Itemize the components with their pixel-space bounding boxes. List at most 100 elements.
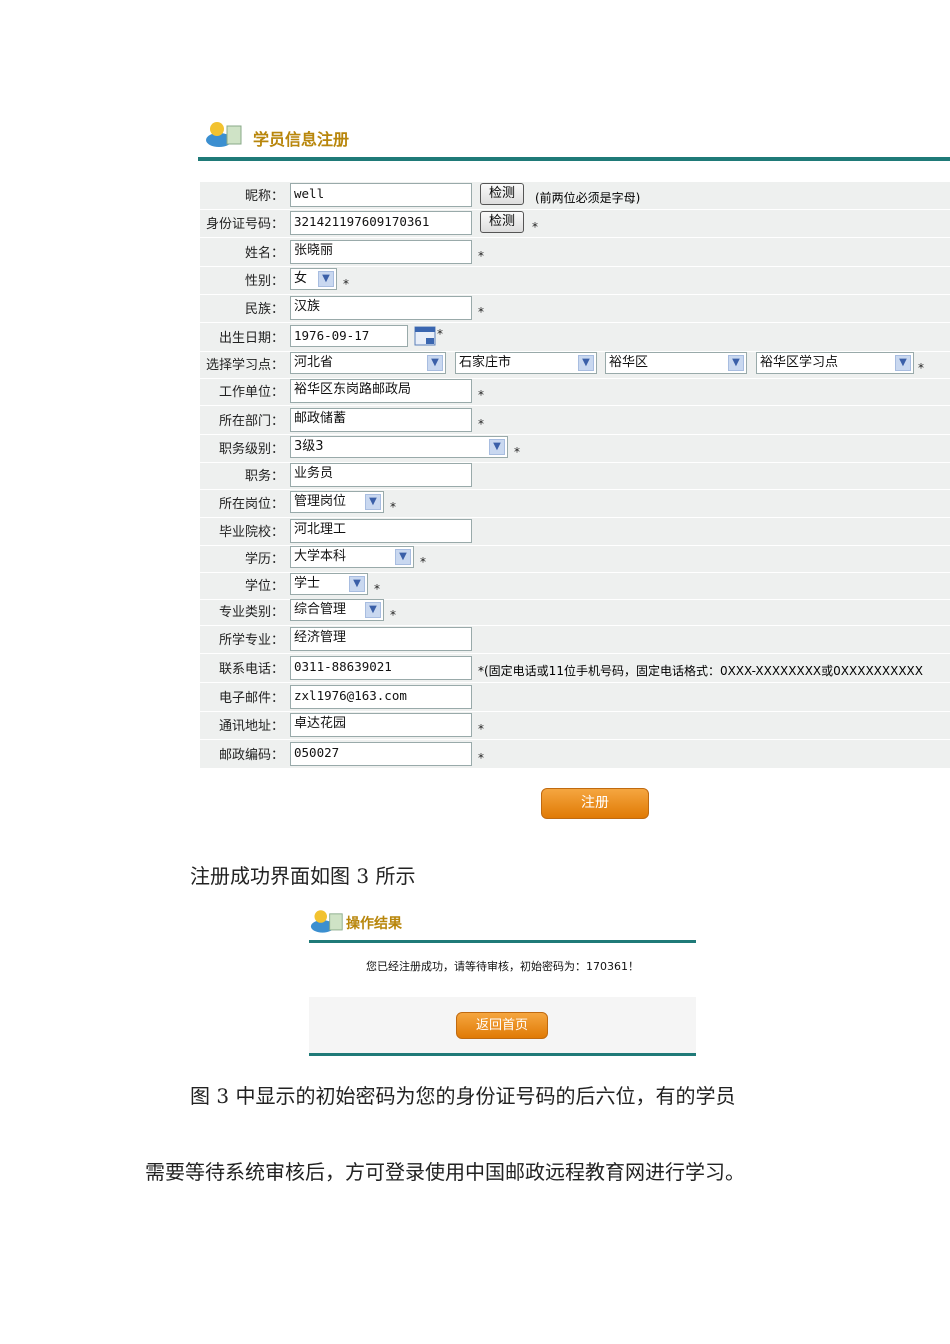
study-location-select-2[interactable]: 石家庄市 ▼ [455, 352, 597, 374]
nickname-label: 昵称： [244, 189, 284, 204]
ethnicity-label: 民族： [244, 302, 284, 317]
form-title: 学员信息注册 [253, 130, 350, 149]
required-mark: * [478, 417, 484, 431]
required-mark: * [532, 220, 538, 234]
select-value: 综合管理 [294, 602, 347, 617]
education-label: 学历： [244, 552, 284, 567]
work-unit-input[interactable]: 裕华区东岗路邮政局 [290, 379, 472, 403]
row-separator [200, 237, 950, 238]
degree-label: 学位： [244, 579, 284, 594]
major-input[interactable]: 经济管理 [290, 627, 472, 651]
back-home-button[interactable]: 返回首页 [456, 1012, 548, 1039]
select-value: 女 [294, 271, 308, 286]
row-separator [200, 405, 950, 406]
row-separator [200, 682, 950, 683]
calendar-icon[interactable] [414, 326, 436, 346]
id-number-label: 身份证号码： [205, 217, 284, 232]
row-separator [200, 489, 950, 490]
select-value: 学士 [294, 576, 321, 591]
paragraph-line-1: 图 3 中显示的初始密码为您的身份证号码的后六位，有的学员 [190, 1084, 736, 1108]
document-page: 学员信息注册 昵称： well 检测 (前两位必须是字母) 身份证号码： 32142119… [0, 0, 950, 1344]
select-value: 大学本科 [294, 549, 347, 564]
required-mark: * [478, 722, 484, 736]
phone-hint: *(固定电话或11位手机号码，固定电话格式：0XXX-XXXXXXXX或0XXX… [478, 664, 923, 678]
nickname-hint: (前两位必须是字母) [535, 191, 641, 205]
phone-input[interactable]: 0311-88639021 [290, 656, 472, 680]
check-nickname-button[interactable]: 检测 [480, 183, 524, 205]
select-value: 裕华区学习点 [760, 355, 839, 370]
result-bottom-divider [309, 1053, 696, 1056]
check-id-number-button[interactable]: 检测 [480, 211, 524, 233]
school-label: 毕业院校： [218, 525, 284, 540]
required-mark: * [390, 500, 396, 514]
result-title: 操作结果 [346, 916, 402, 932]
chevron-down-icon: ▼ [489, 439, 505, 455]
address-label: 通讯地址： [218, 719, 284, 734]
row-separator [200, 517, 950, 518]
register-button[interactable]: 注册 [541, 788, 649, 819]
address-input[interactable]: 卓达花园 [290, 713, 472, 737]
position-input[interactable]: 业务员 [290, 463, 472, 487]
logo-icon [310, 910, 343, 933]
select-value: 管理岗位 [294, 494, 347, 509]
ethnicity-input[interactable]: 汉族 [290, 296, 472, 320]
gender-select[interactable]: 女 ▼ [290, 268, 337, 290]
study-location-select-1[interactable]: 河北省 ▼ [290, 352, 446, 374]
email-input[interactable]: zxl1976@163.com [290, 685, 472, 709]
required-mark: * [390, 608, 396, 622]
required-mark: * [478, 249, 484, 263]
chevron-down-icon: ▼ [728, 355, 744, 371]
row-separator [200, 768, 950, 769]
caption: 注册成功界面如图 3 所示 [190, 864, 416, 888]
logo-icon [206, 122, 242, 147]
required-mark: * [478, 305, 484, 319]
title-divider [198, 157, 950, 161]
nickname-input[interactable]: well [290, 183, 472, 207]
post-select[interactable]: 管理岗位 ▼ [290, 491, 384, 513]
gender-label: 性别： [244, 274, 284, 289]
row-separator [200, 322, 950, 323]
row-separator [200, 434, 950, 435]
postcode-input[interactable]: 050027 [290, 742, 472, 766]
job-level-select[interactable]: 3级3 ▼ [290, 436, 508, 458]
chevron-down-icon: ▼ [395, 549, 411, 565]
school-input[interactable]: 河北理工 [290, 519, 472, 543]
major-category-label: 专业类别： [218, 605, 284, 620]
birth-date-input[interactable]: 1976-09-17 [290, 325, 408, 347]
required-mark: * [478, 751, 484, 765]
row-separator [200, 739, 950, 740]
degree-select[interactable]: 学士 ▼ [290, 573, 368, 595]
row-separator [200, 711, 950, 712]
id-number-input[interactable]: 321421197609170361 [290, 211, 472, 235]
postcode-label: 邮政编码： [218, 748, 284, 763]
study-location-select-4[interactable]: 裕华区学习点 ▼ [756, 352, 914, 374]
row-separator [200, 266, 950, 267]
education-select[interactable]: 大学本科 ▼ [290, 546, 414, 568]
required-mark: * [343, 277, 349, 291]
result-divider [309, 940, 696, 943]
chevron-down-icon: ▼ [365, 602, 381, 618]
row-separator [200, 653, 950, 654]
chevron-down-icon: ▼ [349, 576, 365, 592]
required-mark: * [514, 445, 520, 459]
work-unit-label: 工作单位： [218, 385, 284, 400]
required-mark: * [918, 361, 924, 375]
job-level-label: 职务级别： [218, 442, 284, 457]
required-mark: * [420, 555, 426, 569]
major-label: 所学专业： [218, 633, 284, 648]
major-category-select[interactable]: 综合管理 ▼ [290, 599, 384, 621]
select-value: 裕华区 [609, 355, 649, 370]
chevron-down-icon: ▼ [578, 355, 594, 371]
name-label: 姓名： [244, 246, 284, 261]
department-input[interactable]: 邮政储蓄 [290, 408, 472, 432]
select-value: 3级3 [294, 439, 324, 454]
required-mark: * [437, 327, 443, 341]
select-value: 河北省 [294, 355, 334, 370]
required-mark: * [374, 582, 380, 596]
email-label: 电子邮件： [218, 691, 284, 706]
chevron-down-icon: ▼ [895, 355, 911, 371]
study-location-select-3[interactable]: 裕华区 ▼ [605, 352, 747, 374]
chevron-down-icon: ▼ [365, 494, 381, 510]
name-input[interactable]: 张晓丽 [290, 240, 472, 264]
required-mark: * [478, 388, 484, 402]
